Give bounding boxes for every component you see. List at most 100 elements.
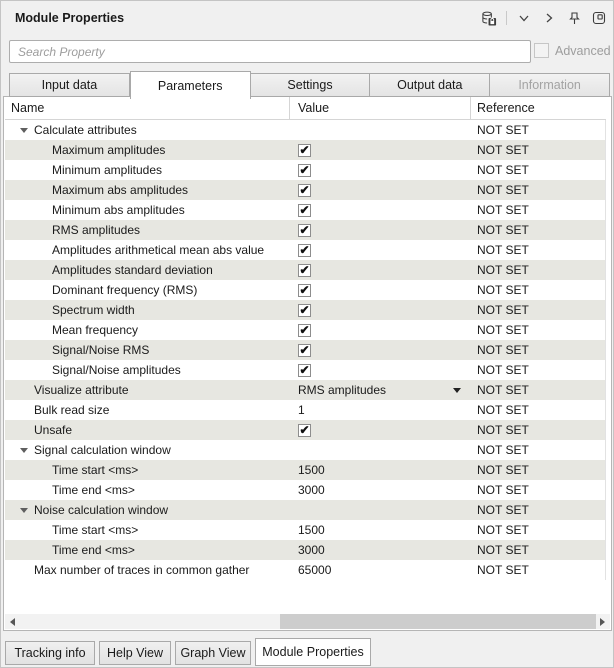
value-text[interactable]: 1 — [298, 403, 305, 417]
reference-cell[interactable]: NOT SET — [471, 440, 606, 460]
value-text[interactable]: 65000 — [298, 563, 331, 577]
column-header-reference[interactable]: Reference — [471, 97, 606, 119]
table-row[interactable]: Signal/Noise amplitudes✔NOT SET — [5, 360, 606, 380]
expand-triangle-icon[interactable] — [20, 448, 28, 453]
advanced-checkbox[interactable] — [534, 43, 549, 58]
table-row[interactable]: Time end <ms>3000NOT SET — [5, 540, 606, 560]
value-checkbox[interactable]: ✔ — [298, 424, 311, 437]
pin-icon[interactable] — [566, 10, 582, 26]
table-row[interactable]: Mean frequency✔NOT SET — [5, 320, 606, 340]
table-row[interactable]: Visualize attribute RMS amplitudesNOT SET — [5, 380, 606, 400]
value-text[interactable]: 1500 — [298, 523, 325, 537]
property-name-cell: Visualize attribute — [5, 380, 290, 400]
value-checkbox[interactable]: ✔ — [298, 244, 311, 257]
table-row[interactable]: Minimum amplitudes ✔ NOT SET — [5, 160, 606, 180]
table-row[interactable]: Spectrum width✔NOT SET — [5, 300, 606, 320]
column-header-value[interactable]: Value — [290, 97, 471, 119]
reference-cell[interactable]: NOT SET — [471, 460, 606, 480]
table-row[interactable]: Time end <ms>3000NOT SET — [5, 480, 606, 500]
table-row[interactable]: Signal calculation windowNOT SET — [5, 440, 606, 460]
table-row[interactable]: Maximum abs amplitudes✔NOT SET — [5, 180, 606, 200]
column-header-name[interactable]: Name — [5, 97, 290, 119]
chevron-down-icon[interactable] — [516, 10, 532, 26]
horizontal-scrollbar[interactable] — [5, 614, 610, 629]
reference-cell[interactable]: NOT SET — [471, 240, 606, 260]
value-checkbox[interactable]: ✔ — [298, 204, 311, 217]
reference-cell[interactable]: NOT SET — [471, 360, 606, 380]
reference-cell[interactable]: NOT SET — [471, 160, 606, 180]
table-row[interactable]: Signal/Noise RMS✔NOT SET — [5, 340, 606, 360]
property-value-cell: 3000 — [290, 480, 471, 500]
scroll-left-button[interactable] — [5, 614, 20, 629]
reference-cell[interactable]: NOT SET — [471, 300, 606, 320]
reference-cell[interactable]: NOT SET — [471, 480, 606, 500]
checkmark-icon: ✔ — [299, 185, 309, 195]
reference-cell[interactable]: NOT SET — [471, 280, 606, 300]
value-checkbox[interactable]: ✔ — [298, 184, 311, 197]
table-row[interactable]: RMS amplitudes✔NOT SET — [5, 220, 606, 240]
reference-cell[interactable]: NOT SET — [471, 520, 606, 540]
reference-cell[interactable]: NOT SET — [471, 120, 606, 140]
reference-cell[interactable]: NOT SET — [471, 320, 606, 340]
reference-cell[interactable]: NOT SET — [471, 540, 606, 560]
value-dropdown[interactable]: RMS amplitudes — [298, 383, 471, 397]
expand-triangle-icon[interactable] — [20, 128, 28, 133]
table-row[interactable]: Dominant frequency (RMS)✔NOT SET — [5, 280, 606, 300]
reference-cell[interactable]: NOT SET — [471, 180, 606, 200]
value-checkbox[interactable]: ✔ — [298, 164, 311, 177]
reference-cell[interactable]: NOT SET — [471, 340, 606, 360]
value-checkbox[interactable]: ✔ — [298, 264, 311, 277]
value-checkbox[interactable]: ✔ — [298, 224, 311, 237]
table-row[interactable]: Minimum abs amplitudes✔NOT SET — [5, 200, 606, 220]
table-row[interactable]: Amplitudes arithmetical mean abs value✔N… — [5, 240, 606, 260]
value-checkbox[interactable]: ✔ — [298, 344, 311, 357]
table-row[interactable]: Time start <ms>1500NOT SET — [5, 460, 606, 480]
search-input[interactable] — [9, 40, 531, 63]
float-window-icon[interactable] — [591, 10, 607, 26]
tab-settings[interactable]: Settings — [251, 73, 371, 97]
reference-cell[interactable]: NOT SET — [471, 200, 606, 220]
property-value-cell — [290, 500, 471, 520]
tab-information[interactable]: Information — [490, 73, 610, 97]
reference-cell[interactable]: NOT SET — [471, 380, 606, 400]
database-lock-icon[interactable] — [481, 10, 497, 26]
reference-cell[interactable]: NOT SET — [471, 140, 606, 160]
reference-cell[interactable]: NOT SET — [471, 420, 606, 440]
table-row[interactable]: Max number of traces in common gather650… — [5, 560, 606, 580]
scroll-right-button[interactable] — [595, 614, 610, 629]
value-checkbox[interactable]: ✔ — [298, 364, 311, 377]
property-name-label: Minimum amplitudes — [5, 163, 162, 177]
property-name-label: Noise calculation window — [5, 503, 168, 517]
scrollbar-thumb[interactable] — [280, 614, 596, 629]
reference-cell[interactable]: NOT SET — [471, 500, 606, 520]
table-row[interactable]: Unsafe✔NOT SET — [5, 420, 606, 440]
value-checkbox[interactable]: ✔ — [298, 144, 311, 157]
reference-cell[interactable]: NOT SET — [471, 560, 606, 580]
tab-input-data[interactable]: Input data — [9, 73, 130, 97]
table-row[interactable]: Time start <ms>1500NOT SET — [5, 520, 606, 540]
value-text[interactable]: 3000 — [298, 543, 325, 557]
dock-tab-graph-view[interactable]: Graph View — [175, 641, 251, 665]
reference-cell[interactable]: NOT SET — [471, 400, 606, 420]
value-text[interactable]: 1500 — [298, 463, 325, 477]
table-row[interactable]: Bulk read size1NOT SET — [5, 400, 606, 420]
table-row[interactable]: Noise calculation window NOT SET — [5, 500, 606, 520]
expand-triangle-icon[interactable] — [20, 508, 28, 513]
value-checkbox[interactable]: ✔ — [298, 284, 311, 297]
reference-cell[interactable]: NOT SET — [471, 260, 606, 280]
table-row[interactable]: Amplitudes standard deviation✔NOT SET — [5, 260, 606, 280]
dock-tab-tracking-info[interactable]: Tracking info — [5, 641, 95, 665]
table-row[interactable]: Maximum amplitudes✔NOT SET — [5, 140, 606, 160]
property-value-cell: RMS amplitudes — [290, 380, 471, 400]
tab-parameters[interactable]: Parameters — [130, 71, 251, 99]
value-checkbox[interactable]: ✔ — [298, 324, 311, 337]
value-text[interactable]: 3000 — [298, 483, 325, 497]
dock-tab-module-properties[interactable]: Module Properties — [255, 638, 371, 666]
chevron-right-icon[interactable] — [541, 10, 557, 26]
value-checkbox[interactable]: ✔ — [298, 304, 311, 317]
table-row[interactable]: Calculate attributesNOT SET — [5, 120, 606, 140]
checkmark-icon: ✔ — [299, 365, 309, 375]
reference-cell[interactable]: NOT SET — [471, 220, 606, 240]
tab-output-data[interactable]: Output data — [370, 73, 490, 97]
dock-tab-help-view[interactable]: Help View — [99, 641, 171, 665]
